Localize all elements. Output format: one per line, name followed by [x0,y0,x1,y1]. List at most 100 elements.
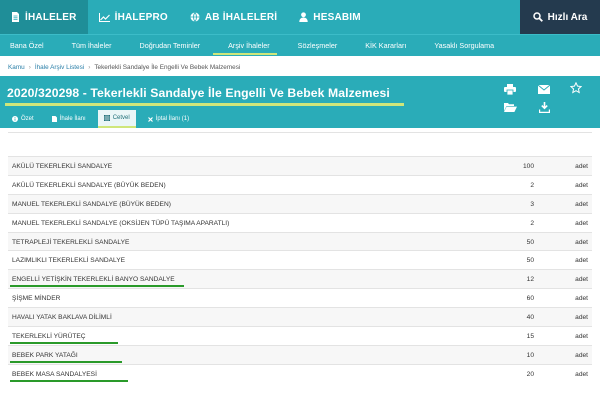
item-unit: adet [575,276,588,284]
item-quantity: 60 [526,295,534,303]
item-quantity: 2 [530,219,534,227]
table-row: AKÜLÜ TEKERLEKLİ SANDALYE 100 adet [8,156,592,175]
item-name: ŞİŞME MİNDER [12,295,61,303]
highlight-underline-mark [10,285,184,288]
tab-iptal-ilani[interactable]: İptal İlanı (1) [142,110,195,128]
table-row: BEBEK MASA SANDALYESİ 20 adet [8,363,592,383]
globe-icon [190,12,200,22]
breadcrumb-separator-icon: › [88,64,91,71]
title-highlight-mark [5,103,404,106]
subnav-item-tum-ihaleler[interactable]: Tüm İhaleler [54,35,122,56]
highlight-underline-mark [10,360,122,363]
item-unit: adet [575,163,588,170]
tab-label: İhale İlanı [59,116,86,122]
table-row: MANUEL TEKERLEKLİ SANDALYE (BÜYÜK BEDEN)… [8,193,592,213]
item-name: MANUEL TEKERLEKLİ SANDALYE (BÜYÜK BEDEN) [12,200,171,208]
item-name: MANUEL TEKERLEKLİ SANDALYE (OKSİJEN TÜPÜ… [12,219,230,227]
highlight-underline-mark [10,341,118,344]
subnav-item-label: Sözleşmeler [297,41,338,50]
item-quantity: 3 [530,200,534,208]
item-unit: adet [575,295,588,303]
tab-ihale-ilani[interactable]: İhale İlanı [46,110,92,128]
top-tab-hesabim[interactable]: HESABIM [288,0,372,34]
tab-label: Cetvel [112,115,130,121]
breadcrumb-current: Tekerlekli Sandalye İle Engelli Ve Bebek… [94,64,241,71]
table-icon [103,115,110,121]
top-tab-label: AB İHALELERİ [204,11,278,23]
breadcrumb-archive-link[interactable]: İhale Arşiv Listesi [35,64,84,71]
table-row: LAZIMLIKLI TEKERLEKLİ SANDALYE 50 adet [8,250,592,269]
item-quantity: 12 [526,276,534,284]
item-unit: adet [575,200,588,208]
file-icon [51,116,57,122]
item-quantity: 20 [526,370,534,378]
breadcrumb: Kamu › İhale Arşiv Listesi › Tekerlekli … [8,64,240,71]
quick-search-label: Hızlı Ara [547,11,588,23]
subnav-item-label: Doğrudan Teminler [139,41,201,50]
highlight-underline-mark [10,379,128,382]
tab-cetvel[interactable]: Cetvel [97,110,136,128]
table-row: MANUEL TEKERLEKLİ SANDALYE (OKSİJEN TÜPÜ… [8,212,592,232]
quick-search-button[interactable]: Hızlı Ara [520,0,600,34]
item-unit: adet [575,181,588,189]
folder-open-icon[interactable] [503,100,517,114]
table-row: AKÜLÜ TEKERLEKLİ SANDALYE (BÜYÜK BEDEN) 2… [8,174,592,194]
item-name: HAVALI YATAK BAKLAVA DİLİMLİ [12,314,112,322]
item-quantity: 40 [526,314,534,322]
items-table: AKÜLÜ TEKERLEKLİ SANDALYE 100 adet AKÜLÜ TE… [8,156,592,383]
item-name: BEBEK PARK YATAĞI [12,351,78,359]
item-name: AKÜLÜ TEKERLEKLİ SANDALYE [12,163,113,170]
top-tab-ihaleler[interactable]: İHALELER [0,0,88,34]
item-quantity: 15 [526,333,534,341]
subnav-item-yasakli-sorgulama[interactable]: Yasaklı Sorgulama [416,35,504,56]
table-row: ŞİŞME MİNDER 60 adet [8,288,592,307]
item-unit: adet [575,257,588,265]
table-row: ENGELLİ YETİŞKİN TEKERLEKLİ BANYO SANDAL… [8,269,592,289]
top-tab-ab-ihaleleri[interactable]: AB İHALELERİ [179,0,288,34]
subnav-item-dogrudan-teminler[interactable]: Doğrudan Teminler [122,35,211,56]
breadcrumb-home-link[interactable]: Kamu [8,64,25,71]
top-tab-ihalepro[interactable]: İHALEPRO [88,0,179,34]
info-icon [12,116,18,122]
top-navigation: İHALELER İHALEPRO AB İHALELERİ HESABIM H… [0,0,600,34]
top-tab-label: HESABIM [313,11,361,23]
subnav-item-label: Arşiv İhaleler [228,41,270,50]
tab-ozet[interactable]: Özet [6,110,40,128]
item-unit: adet [575,314,588,322]
subnav-item-kik-kararlari[interactable]: KİK Kararları [347,35,416,56]
subnav-item-label: Bana Özel [10,41,44,50]
item-name: AKÜLÜ TEKERLEKLİ SANDALYE (BÜYÜK BEDEN) [12,181,166,189]
item-quantity: 2 [530,181,534,189]
item-quantity: 10 [526,351,534,359]
top-nav-tabs: İHALELER İHALEPRO AB İHALELERİ HESABIM [0,0,372,34]
table-row: HAVALI YATAK BAKLAVA DİLİMLİ 40 adet [8,307,592,327]
item-unit: adet [575,238,588,246]
item-unit: adet [575,370,588,378]
item-name: BEBEK MASA SANDALYESİ [12,370,97,378]
subnav-item-bana-ozel[interactable]: Bana Özel [0,35,54,56]
tender-tabs: Özet İhale İlanı Cetvel İptal İlanı (1) [6,110,195,128]
item-quantity: 50 [526,257,534,265]
print-icon[interactable] [503,82,517,96]
cross-icon [147,116,153,122]
subnav-item-label: Tüm İhaleler [71,41,112,50]
item-quantity: 100 [522,163,534,170]
subnav-item-sozlesmeler[interactable]: Sözleşmeler [280,35,348,56]
mail-icon[interactable] [537,82,551,96]
star-icon[interactable] [569,81,583,95]
table-row: TETRAPLEJİ TEKERLEKLİ SANDALYE 50 adet [8,231,592,251]
user-icon [299,12,308,22]
subnav-item-label: Yasaklı Sorgulama [434,41,495,50]
item-name: TEKERLEKLİ YÜRÜTEÇ [12,333,86,341]
item-unit: adet [575,333,588,341]
top-tab-label: İHALEPRO [114,11,168,23]
tab-label: İptal İlanı (1) [155,116,190,122]
item-name: ENGELLİ YETİŞKİN TEKERLEKLİ BANYO SANDAL… [12,276,175,284]
item-quantity: 50 [526,238,534,246]
download-icon[interactable] [537,100,551,114]
subnav-item-arsiv-ihaleler[interactable]: Arşiv İhaleler [210,35,280,56]
item-name: TETRAPLEJİ TEKERLEKLİ SANDALYE [12,238,130,246]
item-name: LAZIMLIKLI TEKERLEKLİ SANDALYE [12,257,125,265]
item-unit: adet [575,219,588,227]
breadcrumb-separator-icon: › [28,64,31,71]
